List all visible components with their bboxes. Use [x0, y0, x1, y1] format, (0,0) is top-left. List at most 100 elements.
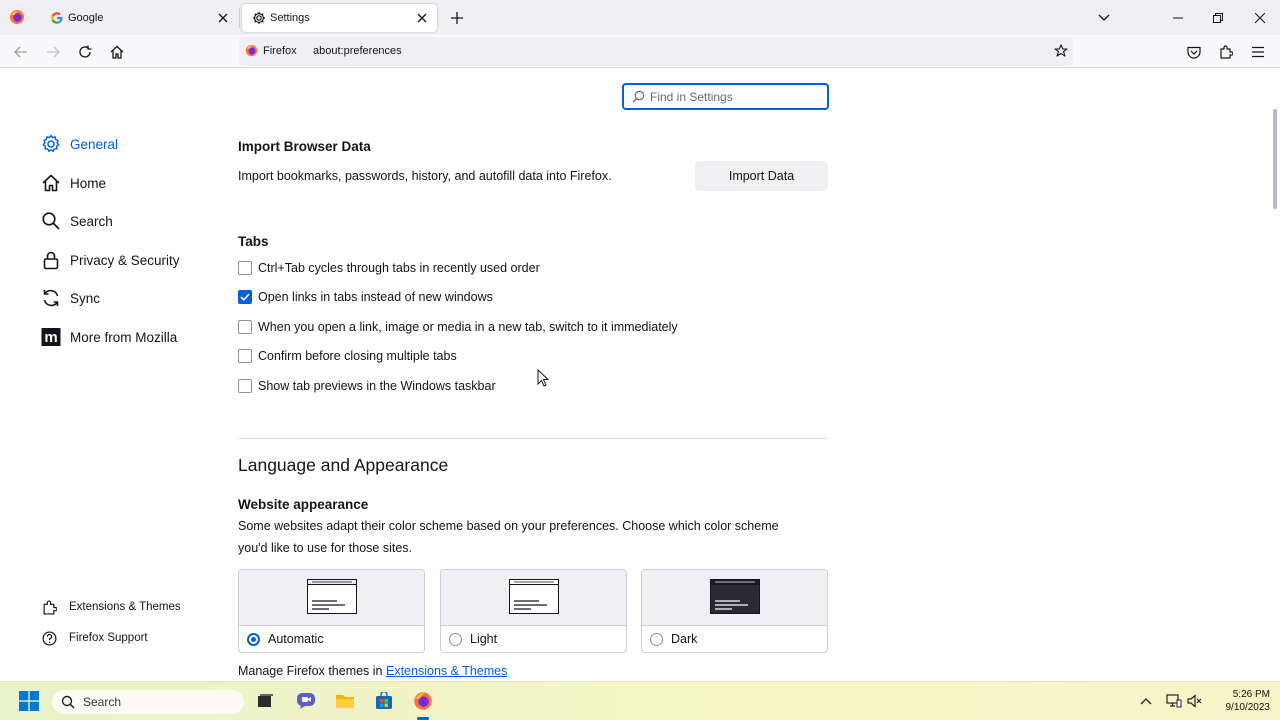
category-sync[interactable]: Sync [40, 287, 100, 309]
appearance-preview [642, 570, 827, 626]
checkbox-tab-previews[interactable]: Show tab previews in the Windows taskbar [238, 379, 496, 393]
appearance-option-light[interactable]: Light [440, 569, 627, 653]
taskbar-search-label: Search [83, 695, 122, 709]
appearance-preview [239, 570, 424, 626]
file-explorer-icon[interactable] [333, 689, 357, 713]
back-icon[interactable] [9, 40, 33, 64]
url-text[interactable]: about:preferences [313, 45, 402, 57]
tabs-heading: Tabs [238, 234, 269, 249]
tab-label: Google [68, 11, 104, 24]
identity-label: Firefox [263, 44, 297, 57]
category-label: General [70, 136, 119, 152]
category-more-from-mozilla[interactable]: m More from Mozilla [40, 326, 177, 348]
tab-settings[interactable]: Settings [242, 4, 437, 32]
task-view-icon[interactable] [253, 689, 277, 713]
firefox-view-icon[interactable] [9, 9, 25, 25]
bookmark-star-icon[interactable] [1049, 39, 1073, 63]
chat-icon[interactable] [294, 689, 318, 713]
extensions-themes-link[interactable]: Extensions & Themes [386, 664, 507, 678]
tab-label: Settings [270, 12, 310, 24]
sidebar-extensions-themes[interactable]: Extensions & Themes [40, 598, 181, 616]
category-home[interactable]: Home [40, 172, 106, 194]
import-data-button[interactable]: Import Data [695, 161, 828, 191]
category-label: Privacy & Security [70, 252, 180, 268]
language-appearance-heading: Language and Appearance [238, 455, 449, 475]
checkbox-open-links-in-tabs[interactable]: Open links in tabs instead of new window… [238, 290, 493, 304]
website-appearance-description-2: you'd like to use for those sites. [238, 541, 413, 555]
tab-google[interactable]: Google [40, 0, 238, 35]
minimize-icon[interactable] [1166, 6, 1190, 30]
radio-automatic[interactable]: Automatic [247, 632, 324, 646]
pocket-icon[interactable] [1182, 40, 1206, 64]
checkbox-label: Confirm before closing multiple tabs [258, 349, 457, 363]
auto-preview-icon [307, 579, 357, 614]
system-clock[interactable]: 5:26 PM 9/10/2023 [1210, 688, 1271, 714]
checkbox-box[interactable] [238, 349, 252, 363]
radio-circle[interactable] [650, 632, 663, 646]
sync-icon [40, 287, 62, 309]
close-tab-icon[interactable] [411, 7, 433, 29]
extensions-icon[interactable] [1214, 40, 1238, 64]
volume-muted-icon[interactable] [1183, 689, 1207, 713]
restore-icon[interactable] [1206, 6, 1230, 30]
clock-time: 5:26 PM [1232, 689, 1270, 700]
svg-text:m: m [44, 329, 57, 346]
new-tab-icon[interactable] [445, 6, 469, 30]
checkbox-switch-to-new-tab[interactable]: When you open a link, image or media in … [238, 320, 678, 334]
appearance-option-automatic[interactable]: Automatic [238, 569, 425, 653]
checkbox-box[interactable] [238, 379, 252, 393]
checkbox-box[interactable] [238, 261, 252, 275]
firefox-logo-icon [245, 44, 258, 57]
close-tab-icon[interactable] [212, 7, 234, 29]
find-in-settings[interactable] [622, 83, 829, 110]
category-privacy[interactable]: Privacy & Security [40, 249, 180, 271]
navigation-toolbar: Firefox about:preferences [0, 35, 1280, 68]
category-label: More from Mozilla [70, 329, 178, 345]
forward-icon[interactable] [41, 40, 65, 64]
appearance-option-dark[interactable]: Dark [641, 569, 828, 653]
category-search[interactable]: Search [40, 210, 113, 232]
dark-preview-icon [710, 579, 760, 614]
mouse-cursor-icon [537, 369, 549, 387]
search-icon [40, 210, 62, 232]
menu-icon[interactable] [1246, 40, 1270, 64]
firefox-taskbar-icon[interactable] [411, 689, 435, 713]
radio-label: Automatic [268, 632, 324, 646]
checkbox-confirm-closing[interactable]: Confirm before closing multiple tabs [238, 349, 457, 363]
checkbox-ctrl-tab[interactable]: Ctrl+Tab cycles through tabs in recently… [238, 261, 540, 275]
website-appearance-description: Some websites adapt their color scheme b… [238, 519, 779, 533]
clock-date: 9/10/2023 [1225, 702, 1271, 713]
tab-strip: Google Settings [0, 0, 1280, 35]
checkbox-box[interactable] [238, 290, 252, 304]
manage-themes-prefix: Manage Firefox themes in [238, 664, 383, 678]
search-input[interactable] [650, 89, 820, 104]
url-bar[interactable]: Firefox about:preferences [239, 37, 1073, 66]
chevron-down-icon[interactable] [1092, 6, 1116, 30]
home-icon[interactable] [105, 40, 129, 64]
search-icon [632, 90, 645, 103]
light-preview-icon [509, 579, 559, 614]
identity-box[interactable]: Firefox [245, 44, 297, 57]
scrollbar-thumb[interactable] [1273, 109, 1277, 209]
radio-circle[interactable] [449, 632, 462, 646]
appearance-preview [441, 570, 626, 626]
sidebar-firefox-support[interactable]: Firefox Support [40, 629, 148, 647]
close-window-icon[interactable] [1248, 6, 1272, 30]
chevron-up-icon[interactable] [1134, 689, 1158, 713]
taskbar-search[interactable]: Search [52, 690, 244, 714]
mozilla-icon: m [40, 326, 62, 348]
store-icon[interactable] [372, 689, 396, 713]
lock-icon [40, 249, 62, 271]
checkbox-box[interactable] [238, 320, 252, 334]
checkbox-label: Open links in tabs instead of new window… [258, 290, 493, 304]
category-general[interactable]: General [40, 133, 118, 155]
radio-light[interactable]: Light [449, 632, 497, 646]
radio-label: Dark [671, 632, 698, 646]
footer-label: Extensions & Themes [69, 601, 181, 613]
radio-circle[interactable] [247, 632, 260, 646]
footer-label: Firefox Support [69, 632, 148, 644]
radio-dark[interactable]: Dark [650, 632, 697, 646]
reload-icon[interactable] [73, 40, 97, 64]
windows-start-icon[interactable] [17, 689, 41, 713]
checkbox-label: Show tab previews in the Windows taskbar [258, 379, 496, 393]
